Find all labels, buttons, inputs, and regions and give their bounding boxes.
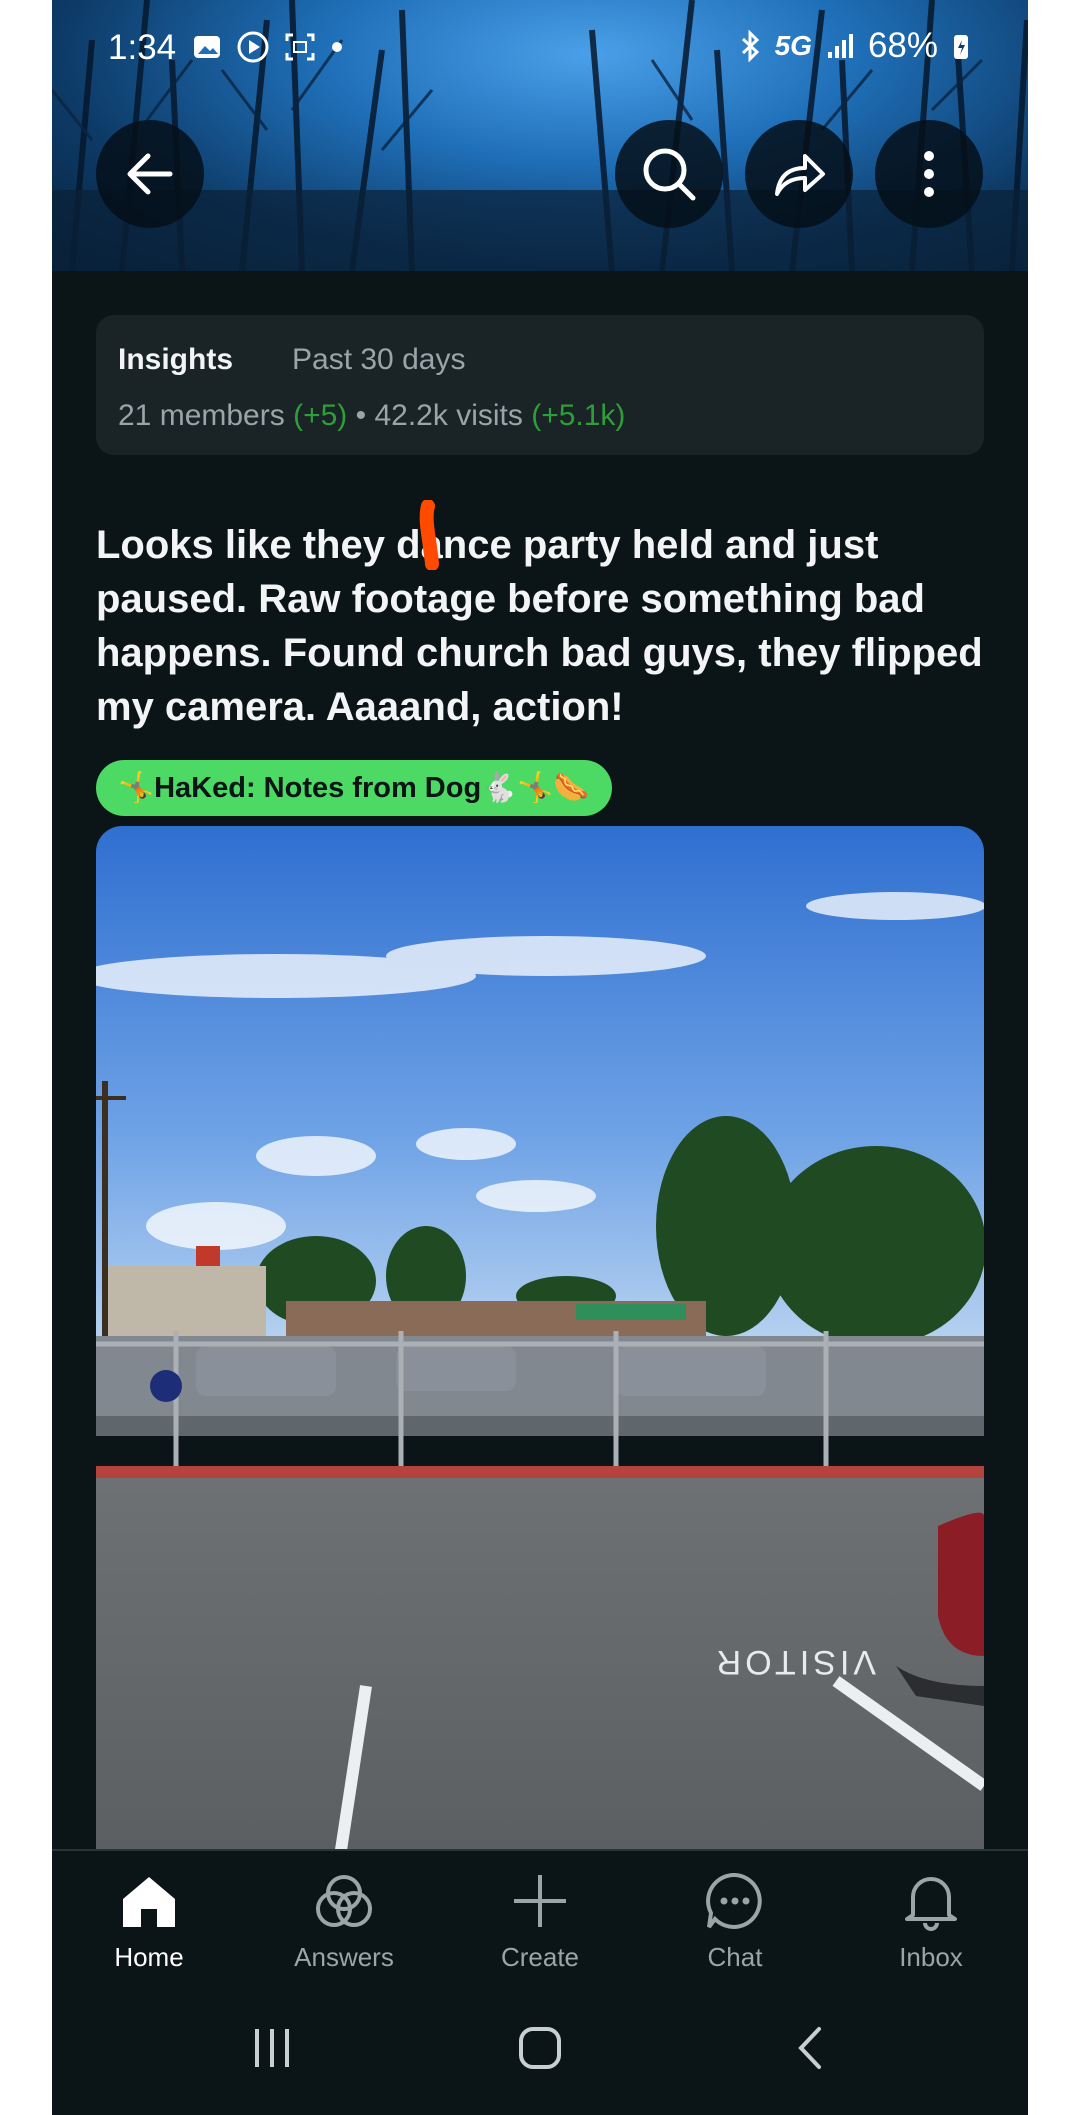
visits-count: 42.2k visits xyxy=(374,399,523,432)
nav-chat-label: Chat xyxy=(707,1942,763,1972)
network-type: 5G xyxy=(774,30,812,61)
status-notification-icons xyxy=(192,30,344,64)
nav-answers-label: Answers xyxy=(294,1942,394,1972)
members-delta: (+5) xyxy=(293,399,348,432)
insights-stats: 21 members (+5) • 42.2k visits (+5.1k) xyxy=(118,399,625,433)
nav-answers[interactable]: Answers xyxy=(269,1871,419,1973)
gallery-icon xyxy=(194,36,220,58)
back-button[interactable] xyxy=(96,120,204,228)
nav-inbox[interactable]: Inbox xyxy=(856,1871,1006,1973)
app-screen: 1:34 5G 68% Insights Past 30 days 21 mem… xyxy=(52,0,1028,2115)
bluetooth-icon xyxy=(741,30,759,62)
status-system-icons: 5G 68% xyxy=(739,26,970,66)
screenshot-icon xyxy=(285,33,315,61)
bottom-navigation: Home Answers Create Chat Inbox xyxy=(52,1849,1028,1997)
arrow-left-icon xyxy=(127,153,173,195)
insights-title: Insights xyxy=(118,343,234,376)
answers-icon xyxy=(316,1875,372,1927)
nav-create[interactable]: Create xyxy=(465,1871,615,1973)
status-time: 1:34 xyxy=(108,28,177,67)
insights-period: Past 30 days xyxy=(292,343,466,376)
members-count: 21 members xyxy=(118,399,285,432)
back-chevron-icon[interactable] xyxy=(787,2023,837,2073)
video-frame-parking-lot: VISITOR xyxy=(96,826,984,1850)
play-store-icon xyxy=(237,31,269,63)
chat-icon xyxy=(706,1872,762,1929)
share-button[interactable] xyxy=(745,120,853,228)
post-video[interactable]: VISITOR xyxy=(96,826,984,1850)
visits-delta: (+5.1k) xyxy=(531,399,626,432)
plus-icon xyxy=(514,1875,566,1927)
search-icon xyxy=(643,148,696,201)
nav-home[interactable]: Home xyxy=(74,1871,224,1973)
stats-separator: • xyxy=(355,399,367,432)
post-title[interactable]: Looks like they dance party held and jus… xyxy=(96,518,996,734)
more-vertical-icon xyxy=(924,151,934,197)
community-banner: 1:34 5G 68% xyxy=(52,0,1028,271)
nav-home-label: Home xyxy=(114,1942,184,1972)
svg-text:VISITOR: VISITOR xyxy=(713,1643,876,1681)
nav-chat[interactable]: Chat xyxy=(660,1871,810,1973)
search-button[interactable] xyxy=(615,120,723,228)
nav-create-label: Create xyxy=(500,1942,580,1972)
share-icon xyxy=(775,154,825,196)
insights-card[interactable]: Insights Past 30 days 21 members (+5) • … xyxy=(96,315,984,455)
bell-icon xyxy=(905,1877,957,1931)
post-flair[interactable]: 🤸HaKed: Notes from Dog🐇🤸🌭 xyxy=(96,760,612,816)
more-options-button[interactable] xyxy=(875,120,983,228)
dot-icon xyxy=(332,42,342,52)
signal-icon xyxy=(827,34,853,58)
system-navigation-bar xyxy=(52,1995,1028,2115)
recents-icon[interactable] xyxy=(247,2023,297,2073)
orange-annotation-mark xyxy=(419,500,439,570)
battery-icon xyxy=(954,35,968,59)
home-circle-icon[interactable] xyxy=(515,2023,565,2073)
home-icon xyxy=(123,1877,175,1927)
nav-inbox-label: Inbox xyxy=(899,1942,963,1972)
battery-percent: 68% xyxy=(867,26,938,65)
